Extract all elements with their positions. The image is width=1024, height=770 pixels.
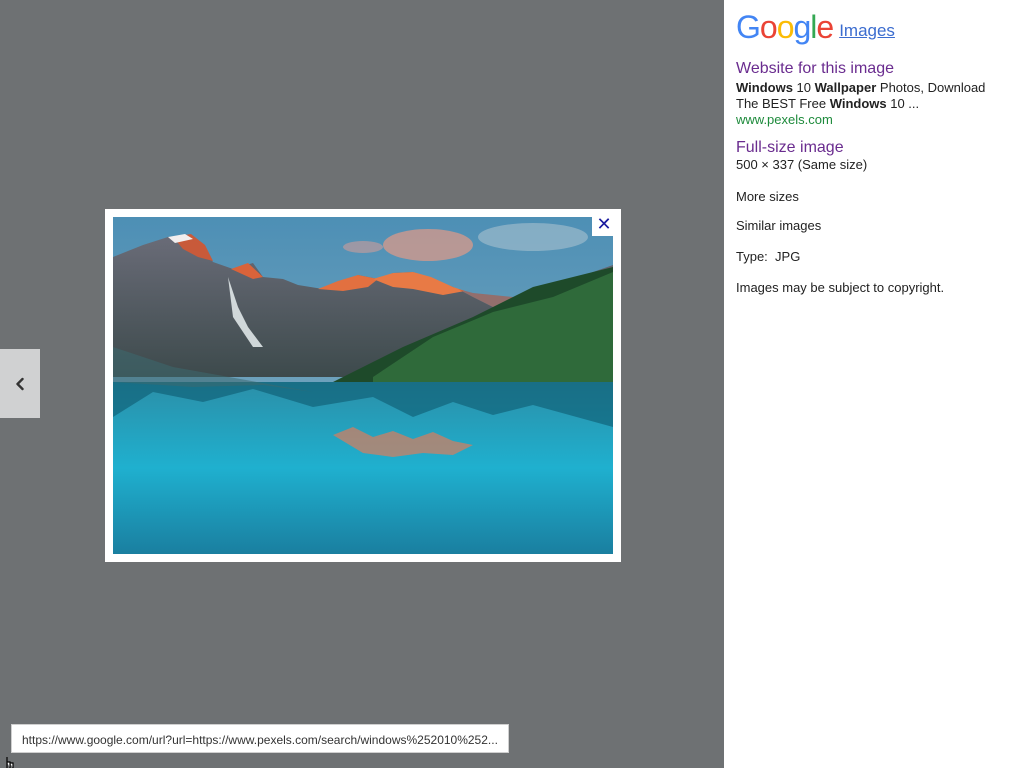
image-dimensions: 500 × 337 (Same size) — [736, 157, 868, 172]
preview-image[interactable] — [113, 217, 613, 554]
google-logo[interactable]: Google — [736, 9, 834, 45]
fullsize-section: Full-size image 500 × 337 (Same size) — [736, 139, 1016, 173]
snippet-bold-term: Wallpaper — [814, 80, 877, 95]
snippet-text: Photos, Download — [876, 80, 986, 95]
images-link[interactable]: Images — [839, 21, 895, 41]
copyright-notice: Images may be subject to copyright. — [736, 280, 945, 295]
similar-images-link[interactable]: Similar images — [736, 218, 1016, 234]
snippet-line-2: The BEST Free Windows 10 ... — [736, 96, 1016, 112]
logo-letter: G — [736, 9, 761, 45]
link-status-bar: https://www.google.com/url?url=https://w… — [11, 724, 509, 753]
more-sizes-link[interactable]: More sizes — [736, 189, 1016, 205]
previous-image-button[interactable] — [0, 349, 40, 418]
image-frame — [105, 209, 621, 562]
status-url: https://www.google.com/url?url=https://w… — [22, 733, 498, 747]
type-label: Type: — [736, 249, 768, 264]
logo-letter: e — [816, 9, 834, 45]
close-icon: ✕ — [596, 213, 612, 235]
image-info-panel: Google Images Website for this image Win… — [724, 0, 1024, 768]
website-section: Website for this image Windows 10 Wallpa… — [736, 60, 1016, 128]
site-url[interactable]: www.pexels.com — [736, 112, 1016, 128]
mountain-lake-photo — [113, 217, 613, 554]
close-button[interactable]: ✕ — [592, 212, 616, 236]
image-type: Type: JPG — [736, 249, 1016, 265]
snippet-bold-term: Windows — [829, 96, 887, 111]
snippet-text: 10 — [792, 80, 815, 95]
website-for-image-link[interactable]: Website for this image — [736, 60, 1016, 78]
image-viewer: ✕ https://www.google.com/url?url=https:/… — [0, 0, 724, 768]
chevron-left-icon — [16, 377, 24, 390]
page-snippet: Windows 10 Wallpaper Photos, Download Th… — [736, 80, 1016, 112]
full-size-image-link[interactable]: Full-size image — [736, 139, 1016, 157]
snippet-line-1: Windows 10 Wallpaper Photos, Download — [736, 80, 1016, 96]
type-value: JPG — [775, 249, 801, 264]
snippet-text: The BEST Free — [736, 96, 830, 111]
logo-letter: o — [759, 9, 778, 45]
logo-letter: o — [776, 9, 795, 45]
brand: Google Images — [736, 10, 895, 44]
logo-letter: g — [793, 9, 811, 45]
snippet-bold-term: Windows — [736, 80, 793, 95]
snippet-text: 10 ... — [886, 96, 920, 111]
